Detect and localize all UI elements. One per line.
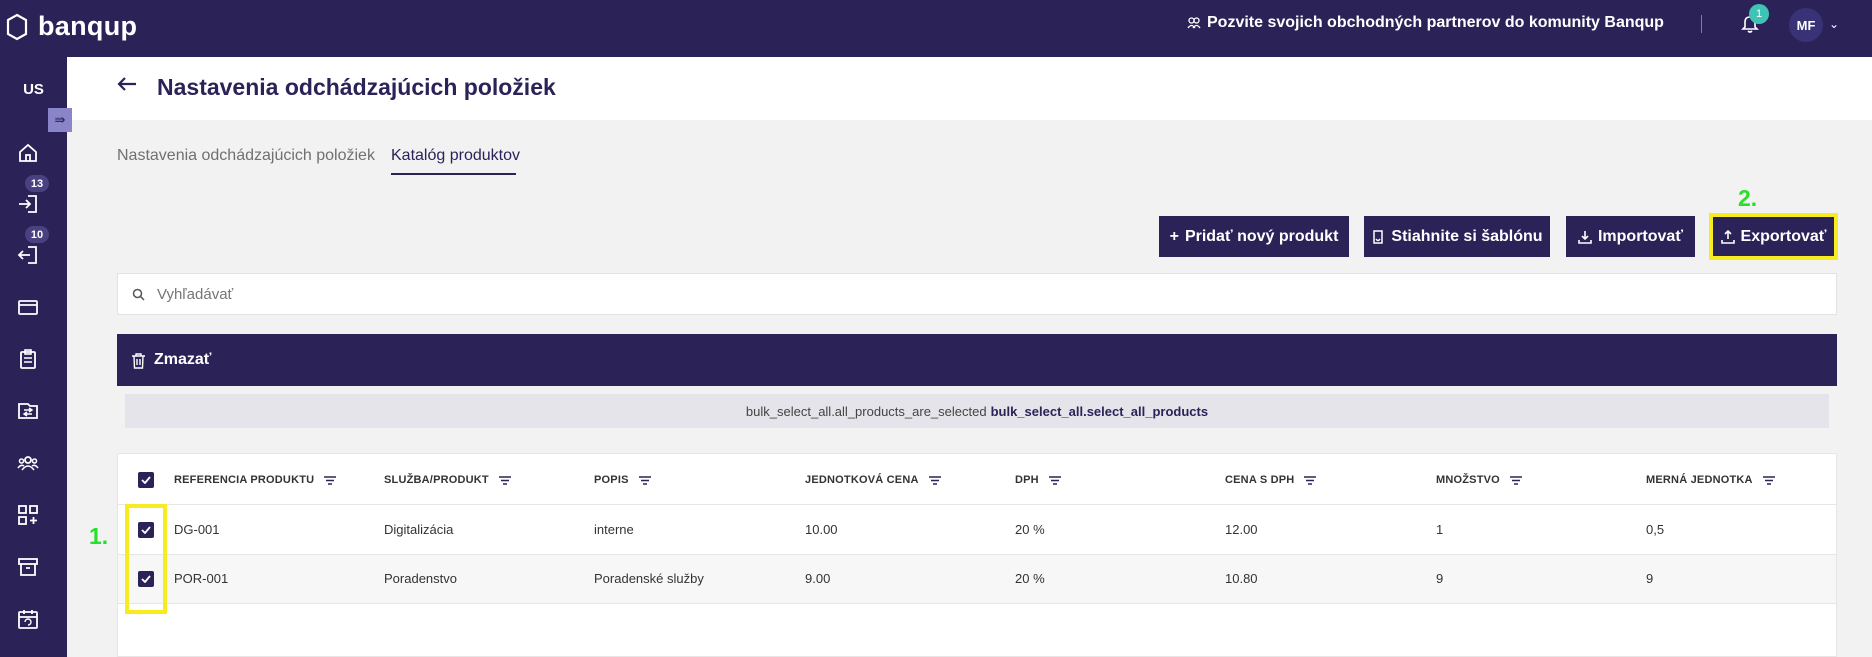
import-button[interactable]: Importovať xyxy=(1566,216,1695,257)
cell-vat: 20 % xyxy=(1015,522,1045,537)
search-icon xyxy=(132,288,145,301)
column-label: MERNÁ JEDNOTKA xyxy=(1646,474,1753,486)
cell-price-with-vat: 10.80 xyxy=(1225,571,1258,586)
template-icon xyxy=(1373,229,1384,244)
incoming-documents-icon[interactable] xyxy=(14,190,42,218)
contacts-icon[interactable] xyxy=(14,449,42,477)
checkbox-highlight xyxy=(125,504,167,614)
sidebar: US ⇛ 13 10 xyxy=(0,57,72,657)
community-icon xyxy=(1187,17,1201,29)
filter-icon[interactable] xyxy=(928,475,941,485)
filter-icon[interactable] xyxy=(1762,475,1775,485)
column-header[interactable]: POPIS xyxy=(594,474,651,486)
import-label: Importovať xyxy=(1597,227,1683,245)
cell-price-with-vat: 12.00 xyxy=(1225,522,1258,537)
export-button[interactable]: Exportovať xyxy=(1713,217,1834,256)
filter-icon[interactable] xyxy=(1509,475,1522,485)
apps-add-icon[interactable] xyxy=(14,501,42,529)
notice-text: bulk_select_all.all_products_are_selecte… xyxy=(745,403,987,419)
plus-icon: + xyxy=(1169,227,1179,245)
column-label: CENA S DPH xyxy=(1225,474,1295,486)
brand-logo[interactable]: banqup xyxy=(6,11,137,42)
invite-text: Pozvite svojich obchodných partnerov do … xyxy=(1207,14,1664,31)
delete-label: Zmazať xyxy=(154,351,212,368)
home-icon[interactable] xyxy=(14,139,42,167)
column-label: REFERENCIA PRODUKTU xyxy=(174,474,315,486)
cell-unit: 0,5 xyxy=(1646,522,1665,537)
divider xyxy=(1701,15,1702,33)
check-icon xyxy=(141,476,151,484)
step-1-label: 1. xyxy=(89,523,109,549)
bulk-delete-button[interactable]: Zmazať xyxy=(131,351,211,369)
cell-description: interne xyxy=(594,522,634,537)
download-icon xyxy=(1578,230,1592,244)
payment-card-icon[interactable] xyxy=(14,293,42,321)
table-row-background xyxy=(118,555,1836,603)
filter-icon[interactable] xyxy=(638,475,651,485)
cell-reference: DG-001 xyxy=(174,522,220,537)
select-all-checkbox[interactable] xyxy=(138,472,154,488)
filter-icon[interactable] xyxy=(1048,475,1061,485)
search-input[interactable] xyxy=(157,285,1757,303)
cell-unit-price: 10.00 xyxy=(805,522,838,537)
cell-quantity: 9 xyxy=(1436,571,1444,586)
column-header[interactable]: DPH xyxy=(1015,474,1061,486)
select-all-link[interactable]: bulk_select_all.select_all_products xyxy=(991,404,1209,419)
cell-vat: 20 % xyxy=(1015,571,1045,586)
trash-icon xyxy=(132,352,145,369)
bulk-action-bar: Zmazať xyxy=(117,334,1837,386)
top-bar: banqup Pozvite svojich obchodných partne… xyxy=(0,0,1872,57)
filter-icon[interactable] xyxy=(324,475,337,485)
cell-unit-price: 9.00 xyxy=(805,571,831,586)
cell-service: Poradenstvo xyxy=(384,571,457,586)
download-template-label: Stiahnite si šablónu xyxy=(1391,227,1543,245)
active-tab-indicator xyxy=(391,173,516,175)
upload-icon xyxy=(1720,229,1735,244)
column-label: JEDNOTKOVÁ CENA xyxy=(805,474,919,486)
user-avatar[interactable]: MF xyxy=(1789,8,1823,42)
column-header[interactable]: REFERENCIA PRODUKTU xyxy=(174,474,337,486)
collapse-sidebar-icon[interactable]: ⇛ xyxy=(48,108,72,132)
cell-service: Digitalizácia xyxy=(384,522,454,537)
outgoing-documents-icon[interactable] xyxy=(14,241,42,269)
cell-quantity: 1 xyxy=(1436,522,1444,537)
invite-partners-link[interactable]: Pozvite svojich obchodných partnerov do … xyxy=(1187,14,1664,32)
notification-badge: 1 xyxy=(1749,4,1769,24)
row-divider xyxy=(118,504,1836,505)
column-header[interactable]: JEDNOTKOVÁ CENA xyxy=(805,474,941,486)
column-header[interactable]: SLUŽBA/PRODUKT xyxy=(384,474,511,486)
brand-name: banqup xyxy=(38,11,138,41)
tab-outgoing-settings[interactable]: Nastavenia odchádzajúcich položiek xyxy=(117,147,375,165)
column-header[interactable]: MNOŽSTVO xyxy=(1436,474,1522,486)
page-title: Nastavenia odchádzajúcich položiek xyxy=(157,74,556,100)
column-header[interactable]: MERNÁ JEDNOTKA xyxy=(1646,474,1775,486)
bulk-select-notice: bulk_select_all.all_products_are_selecte… xyxy=(125,394,1829,428)
filter-icon[interactable] xyxy=(498,475,511,485)
download-template-button[interactable]: Stiahnite si šablónu xyxy=(1364,216,1550,257)
column-label: SLUŽBA/PRODUKT xyxy=(384,474,489,486)
back-arrow-icon[interactable] xyxy=(116,75,138,98)
transfer-icon[interactable] xyxy=(14,397,42,425)
filter-icon[interactable] xyxy=(1304,475,1317,485)
clipboard-icon[interactable] xyxy=(14,345,42,373)
column-header[interactable]: CENA S DPH xyxy=(1225,474,1317,486)
cell-unit: 9 xyxy=(1646,571,1654,586)
cell-reference: POR-001 xyxy=(174,571,229,586)
step-2-label: 2. xyxy=(1738,185,1758,211)
export-label: Exportovať xyxy=(1740,227,1827,245)
chevron-down-icon[interactable]: ⌄ xyxy=(1829,17,1839,31)
cell-description: Poradenské služby xyxy=(594,571,704,586)
add-product-label: Pridať nový produkt xyxy=(1184,227,1339,245)
column-label: MNOŽSTVO xyxy=(1436,474,1500,486)
search-bar xyxy=(117,273,1837,315)
column-label: DPH xyxy=(1015,474,1039,486)
tab-product-catalog[interactable]: Katalóg produktov xyxy=(391,147,520,165)
column-label: POPIS xyxy=(594,474,629,486)
add-product-button[interactable]: + Pridať nový produkt xyxy=(1159,216,1349,257)
calendar-sync-icon[interactable] xyxy=(14,605,42,633)
archive-icon[interactable] xyxy=(14,553,42,581)
row-divider xyxy=(118,603,1836,604)
logo-icon xyxy=(6,13,28,40)
